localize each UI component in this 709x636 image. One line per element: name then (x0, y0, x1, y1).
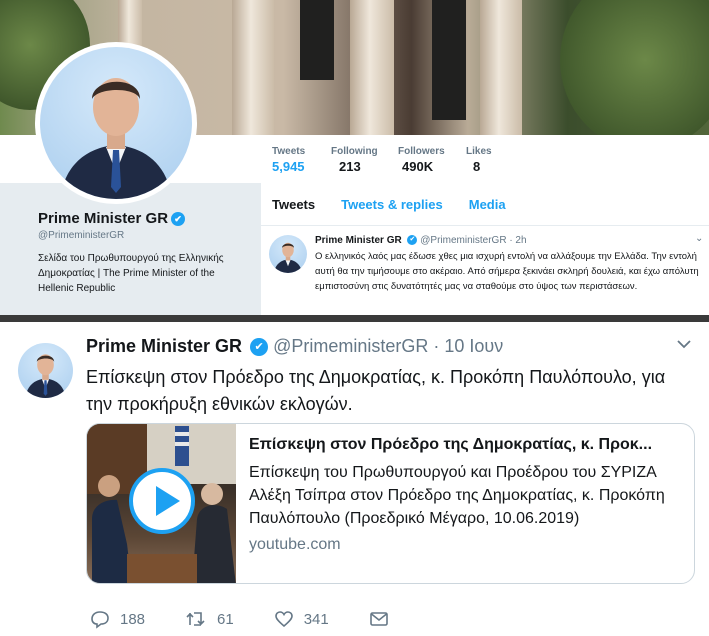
stat-value: 8 (473, 159, 481, 174)
tweet-text: Ο ελληνικός λαός μας έδωσε χθες μια ισχυ… (315, 251, 699, 292)
verified-icon: ✔ (407, 235, 418, 246)
tweet-time[interactable]: · 10 Ιουν (433, 336, 503, 356)
like-button[interactable]: 341 (274, 609, 329, 629)
tweet-avatar[interactable] (269, 235, 307, 273)
tweet-avatar[interactable] (18, 343, 73, 398)
stat-likes[interactable]: Likes 8 (466, 146, 492, 174)
like-count: 341 (303, 610, 329, 628)
tweet-actions: 188 61 341 (90, 609, 429, 629)
retweet-button[interactable]: 61 (185, 609, 234, 629)
tweet-author-name[interactable]: Prime Minister GR (86, 336, 242, 356)
profile-avatar[interactable] (35, 42, 197, 204)
chevron-down-icon[interactable]: ⌄ (695, 233, 703, 244)
divider (0, 315, 709, 322)
profile-handle: @PrimeministerGR (38, 230, 125, 241)
stat-label: Followers (398, 146, 445, 157)
stat-label: Following (331, 146, 378, 157)
profile-name-text: Prime Minister GR (38, 210, 169, 227)
tweet-header: Prime Minister GR ✔ @PrimeministerGR · 2… (315, 235, 707, 246)
retweet-count: 61 (217, 610, 234, 628)
stat-value: 213 (339, 159, 361, 174)
card-title: Επίσκεψη στον Πρόεδρο της Δημοκρατίας, κ… (249, 436, 653, 453)
retweet-icon (185, 609, 207, 629)
reply-button[interactable]: 188 (90, 609, 145, 629)
stat-value: 5,945 (272, 159, 305, 174)
tweet-author-name[interactable]: Prime Minister GR (315, 235, 402, 246)
card-body: Επίσκεψη στον Πρόεδρο της Δημοκρατίας, κ… (249, 436, 689, 554)
message-icon (369, 609, 389, 629)
tweet-author-handle[interactable]: @PrimeministerGR (273, 336, 428, 356)
reply-count: 188 (120, 610, 146, 628)
card-thumbnail[interactable] (87, 424, 236, 583)
reply-icon (90, 609, 110, 629)
stat-following[interactable]: Following 213 (331, 146, 378, 174)
tweet-time[interactable]: · 2h (509, 235, 526, 246)
verified-icon: ✔ (171, 212, 186, 227)
tab-media[interactable]: Media (469, 197, 506, 212)
profile-bio-card: Prime Minister GR ✔ @PrimeministerGR Σελί… (38, 210, 238, 296)
tweet-header: Prime Minister GR ✔ @PrimeministerGR · 1… (86, 336, 503, 357)
profile-description: Σελίδα του Πρωθυπουργού της Ελληνικής Δη… (38, 253, 224, 294)
tab-tweets[interactable]: Tweets (272, 197, 315, 212)
tab-tweets-replies[interactable]: Tweets & replies (341, 197, 443, 212)
stat-followers[interactable]: Followers 490K (398, 146, 445, 174)
stat-tweets[interactable]: Tweets 5,945 (272, 146, 306, 186)
timeline-tabs: Tweets Tweets & replies Media (261, 183, 709, 226)
card-domain: youtube.com (249, 536, 341, 553)
link-card[interactable]: Επίσκεψη στον Πρόεδρο της Δημοκρατίας, κ… (86, 423, 695, 584)
card-description: Επίσκεψη του Πρωθυπουργού και Προέδρου τ… (249, 464, 665, 527)
verified-icon: ✔ (250, 338, 269, 357)
profile-name[interactable]: Prime Minister GR ✔ (38, 210, 238, 227)
tweet-author-handle[interactable]: @PrimeministerGR (420, 235, 506, 246)
stat-label: Likes (466, 146, 492, 157)
profile-screenshot: Tweets 5,945 Following 213 Followers 490… (0, 0, 709, 316)
tweet[interactable]: Prime Minister GR ✔ @PrimeministerGR · 1… (0, 322, 709, 636)
timeline-panel: Tweets Tweets & replies Media Prime Mini… (261, 183, 709, 316)
like-icon (274, 609, 294, 629)
tweet-text: Επίσκεψη στον Πρόεδρο της Δημοκρατίας, κ… (86, 367, 666, 414)
stat-value: 490K (402, 159, 434, 174)
message-button[interactable] (369, 609, 389, 629)
chevron-down-icon[interactable] (676, 336, 692, 357)
play-icon[interactable] (129, 468, 195, 534)
stat-label: Tweets (272, 146, 306, 157)
